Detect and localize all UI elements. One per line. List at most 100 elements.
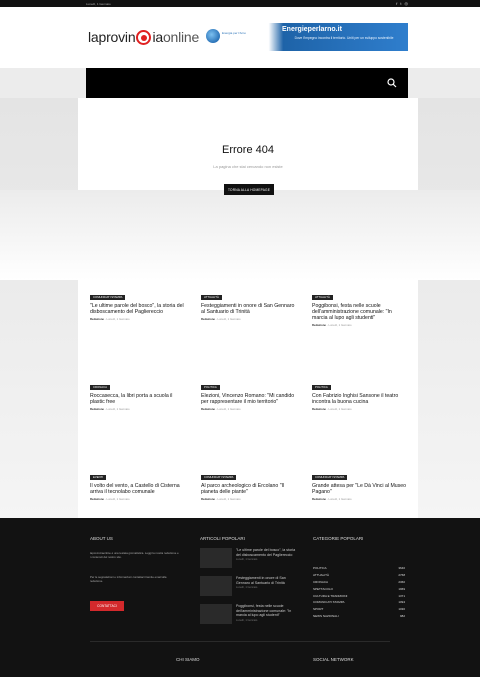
contact-button[interactable]: CONTATTACI: [90, 601, 124, 611]
article-category[interactable]: COMUNICATI STAMPA: [312, 475, 348, 480]
article-card[interactable]: EVENTI Il volto del vento, a Castello di…: [90, 465, 186, 501]
search-icon[interactable]: [386, 77, 398, 89]
category-name[interactable]: POLITICA: [313, 566, 327, 573]
section-shade: [0, 190, 480, 280]
article-title[interactable]: Festeggiamenti in onore di San Gennaro a…: [201, 303, 297, 315]
category-name[interactable]: NEWS NAZIONALI: [313, 614, 339, 621]
article-category[interactable]: CRONACA: [90, 385, 110, 390]
facebook-icon[interactable]: f: [396, 1, 397, 7]
article-date: Lunedì, 1 Gennaio: [106, 407, 130, 411]
top-bar-inner: Lunedì, 1 Gennaio f t ◎: [86, 0, 408, 7]
category-name[interactable]: SPETTACOLO: [313, 587, 333, 594]
article-author[interactable]: Redazione: [90, 407, 104, 411]
article-author[interactable]: Redazione: [201, 317, 215, 321]
category-name[interactable]: CRONACA: [313, 580, 328, 587]
article-title[interactable]: "Le ultime parole del bosco", la storia …: [90, 303, 186, 315]
popular-item[interactable]: Festeggiamenti in onore di San Gennaro a…: [236, 576, 296, 589]
footer-chi-siamo-title: CHI SIAMO: [176, 657, 200, 662]
article-category[interactable]: POLITICA: [312, 385, 331, 390]
category-count: 1094: [398, 600, 405, 605]
article-card[interactable]: COMUNICATI STAMPA Grande attesa per "Le …: [312, 465, 408, 501]
article-author[interactable]: Redazione: [312, 497, 326, 501]
article-card[interactable]: POLITICA Elezioni, Vincenzo Romano: "Mi …: [201, 375, 297, 411]
article-category[interactable]: ATTUALITÀ: [312, 295, 333, 300]
article-author[interactable]: Redazione: [90, 497, 104, 501]
category-count: 1371: [398, 593, 405, 598]
article-title[interactable]: Il volto del vento, a Castello di Cister…: [90, 483, 186, 495]
category-row[interactable]: NEWS NAZIONALI 982: [313, 614, 405, 621]
article-category[interactable]: COMUNICATI STAMPA: [201, 475, 237, 480]
article-category[interactable]: POLITICA: [201, 385, 220, 390]
social-links: f t ◎: [396, 1, 408, 7]
popular-item-date: Lunedì, 1 Gennaio: [236, 618, 258, 622]
popular-thumbnail[interactable]: [200, 604, 232, 624]
category-row[interactable]: SPORT 1030: [313, 607, 405, 614]
popular-thumbnail[interactable]: [200, 548, 232, 568]
article-title[interactable]: Con Fabrizio Inghisi Sansone il teatro i…: [312, 393, 408, 405]
ad-banner[interactable]: Energia per l'Arno Energieperlarno.it Do…: [200, 23, 408, 51]
category-row[interactable]: POLITICA 3640: [313, 566, 405, 573]
article-title[interactable]: Al parco archeologico di Ercolano "Il pi…: [201, 483, 297, 495]
article-author[interactable]: Redazione: [201, 497, 215, 501]
category-count: 982: [399, 614, 405, 619]
category-name[interactable]: CULTURA E TRADIZIONI: [313, 594, 347, 601]
category-row[interactable]: CULTURA E TRADIZIONI 1371: [313, 594, 405, 601]
logo-mark-icon: [136, 29, 152, 45]
instagram-icon[interactable]: ◎: [405, 1, 409, 7]
popular-item-title[interactable]: Festeggiamenti in onore di San Gennaro a…: [236, 576, 296, 585]
article-card[interactable]: COMUNICATI STAMPA "Le ultime parole del …: [90, 285, 186, 321]
category-name[interactable]: COMUNICATI STAMPA: [313, 600, 345, 607]
article-date: Lunedì, 1 Gennaio: [217, 497, 241, 501]
article-card[interactable]: COMUNICATI STAMPA Al parco archeologico …: [201, 465, 297, 501]
article-meta: Redazione - Lunedì, 1 Gennaio: [201, 317, 241, 321]
article-category[interactable]: ATTUALITÀ: [201, 295, 222, 300]
category-count: 1030: [398, 607, 405, 612]
page-side-right: [418, 98, 480, 518]
category-count: 1969: [398, 586, 405, 591]
article-date: Lunedì, 1 Gennaio: [328, 323, 352, 327]
popular-thumbnail[interactable]: [200, 576, 232, 596]
category-count: 3640: [398, 566, 405, 570]
category-name[interactable]: SPORT: [313, 607, 323, 614]
banner-title: Energieperlarno.it: [282, 26, 342, 33]
footer-about-title: ABOUT US: [90, 536, 113, 541]
article-author[interactable]: Redazione: [312, 407, 326, 411]
article-category[interactable]: EVENTI: [90, 475, 107, 480]
twitter-icon[interactable]: t: [400, 1, 401, 7]
category-row[interactable]: ATTUALITÀ 2768: [313, 573, 405, 580]
article-card[interactable]: POLITICA Con Fabrizio Inghisi Sansone il…: [312, 375, 408, 411]
category-row[interactable]: SPETTACOLO 1969: [313, 587, 405, 594]
footer-divider: [90, 641, 390, 642]
logo-text-prefix: laprovin: [88, 29, 136, 45]
popular-item-title[interactable]: "Le ultime parole del bosco", la storia …: [236, 548, 296, 557]
banner-logo-icon: [206, 29, 220, 43]
article-card[interactable]: CRONACA Roccasecca, la libri porta a scu…: [90, 375, 186, 411]
footer-categories-title: CATEGORIE POPOLARI: [313, 536, 364, 541]
article-card[interactable]: ATTUALITÀ Festeggiamenti in onore di San…: [201, 285, 297, 321]
popular-item-title[interactable]: Poggibonsi, festa nelle scuole dell'ammi…: [236, 604, 296, 618]
popular-item[interactable]: Poggibonsi, festa nelle scuole dell'ammi…: [236, 604, 296, 622]
article-author[interactable]: Redazione: [201, 407, 215, 411]
article-title[interactable]: Grande attesa per "Le Dà Vinci al Museo …: [312, 483, 408, 495]
article-title[interactable]: Elezioni, Vincenzo Romano: "Mi candido p…: [201, 393, 297, 405]
popular-item-date: Lunedì, 1 Gennaio: [236, 558, 258, 562]
article-author[interactable]: Redazione: [312, 323, 326, 327]
article-title[interactable]: Poggibonsi, festa nelle scuole dell'ammi…: [312, 303, 408, 321]
category-name[interactable]: ATTUALITÀ: [313, 573, 329, 580]
site-logo[interactable]: laprovin ia online: [88, 29, 199, 45]
article-date: Lunedì, 1 Gennaio: [106, 497, 130, 501]
article-meta: Redazione - Lunedì, 1 Gennaio: [312, 323, 352, 327]
category-row[interactable]: CRONACA 2360: [313, 580, 405, 587]
article-card[interactable]: ATTUALITÀ Poggibonsi, festa nelle scuole…: [312, 285, 408, 327]
top-bar-date: Lunedì, 1 Gennaio: [86, 1, 111, 6]
top-bar: Lunedì, 1 Gennaio f t ◎: [0, 0, 480, 7]
article-date: Lunedì, 1 Gennaio: [217, 407, 241, 411]
site-footer: [0, 518, 480, 677]
article-author[interactable]: Redazione: [90, 317, 104, 321]
logo-text-suffix: online: [162, 29, 200, 45]
back-home-button[interactable]: TORNA ALLA HOMEPAGE: [224, 184, 274, 195]
article-category[interactable]: COMUNICATI STAMPA: [90, 295, 126, 300]
article-title[interactable]: Roccasecca, la libri porta a scuola il p…: [90, 393, 186, 405]
category-row[interactable]: COMUNICATI STAMPA 1094: [313, 600, 405, 607]
popular-item[interactable]: "Le ultime parole del bosco", la storia …: [236, 548, 296, 561]
